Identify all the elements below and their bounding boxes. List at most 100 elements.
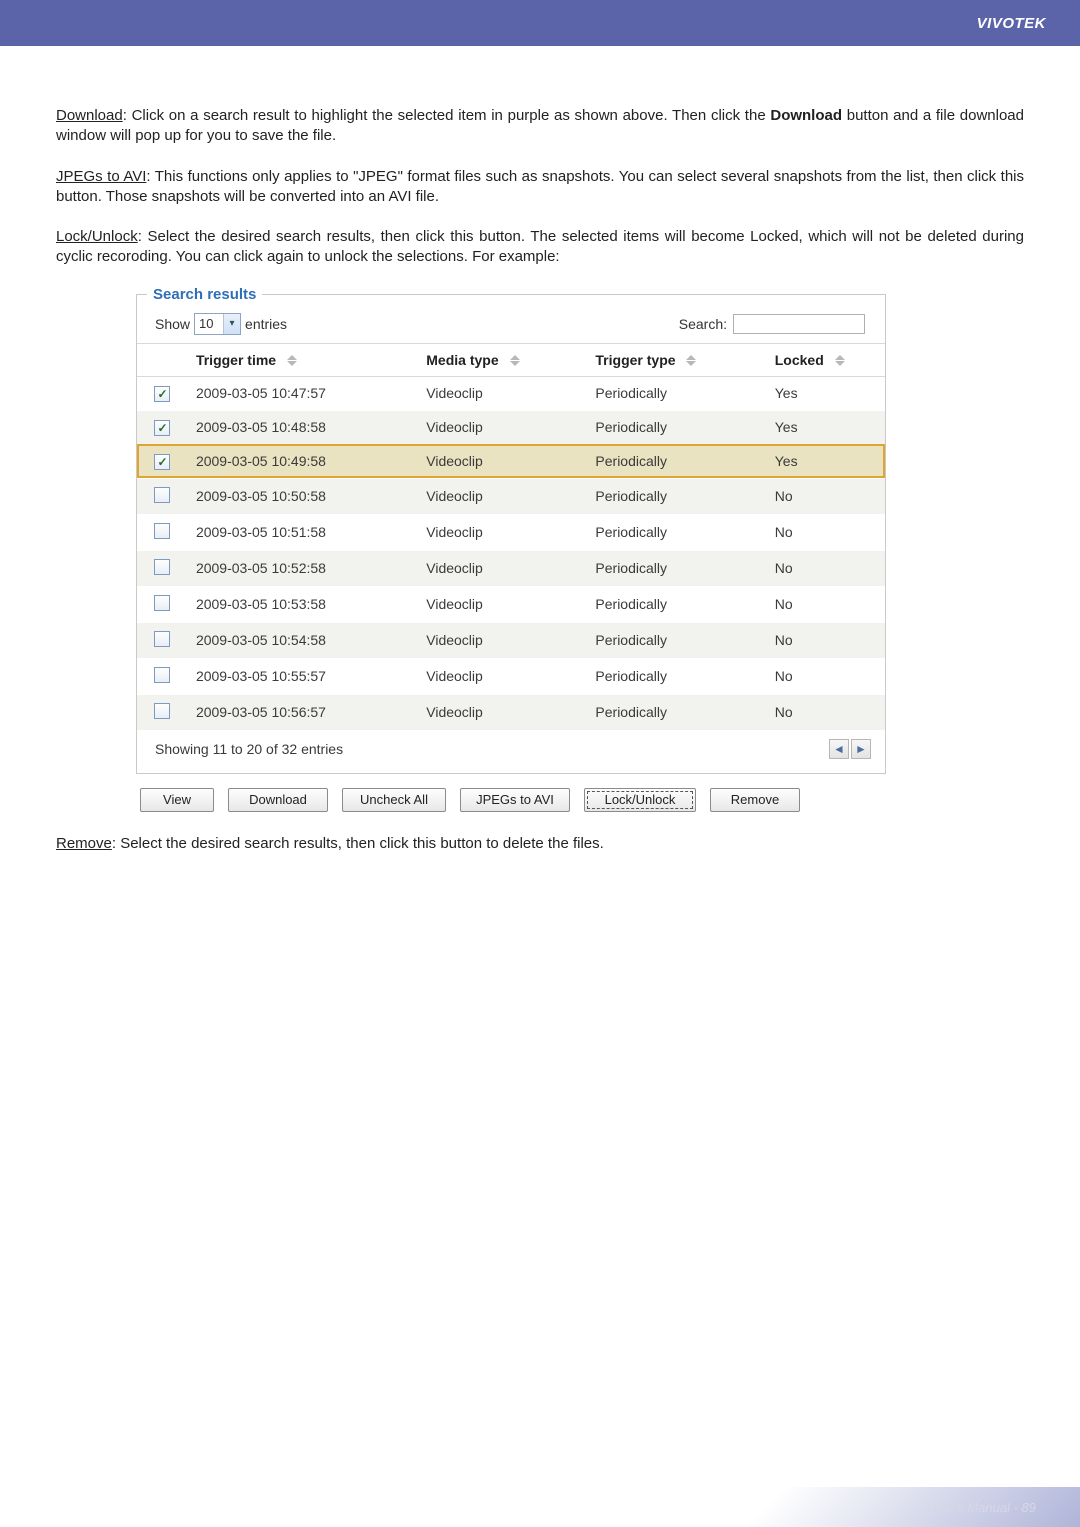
cell-trigger-type: Periodically — [587, 622, 766, 658]
entries-label: entries — [245, 316, 287, 332]
sort-icon — [685, 354, 697, 367]
action-button-row: View Download Uncheck All JPEGs to AVI L… — [136, 788, 886, 812]
table-row[interactable]: 2009-03-05 10:50:58VideoclipPeriodically… — [137, 478, 885, 514]
cell-trigger-type: Periodically — [587, 444, 766, 478]
paragraph-remove: Remove: Select the desired search result… — [56, 834, 1024, 854]
table-row[interactable]: 2009-03-05 10:51:58VideoclipPeriodically… — [137, 514, 885, 550]
paragraph-jpegs-to-avi: JPEGs to AVI: This functions only applie… — [56, 167, 1024, 208]
cell-media-type: Videoclip — [418, 478, 587, 514]
table-row[interactable]: 2009-03-05 10:53:58VideoclipPeriodically… — [137, 586, 885, 622]
showing-status: Showing 11 to 20 of 32 entries — [155, 741, 343, 757]
remove-button[interactable]: Remove — [710, 788, 800, 812]
row-checkbox[interactable] — [154, 667, 170, 683]
row-checkbox[interactable]: ✓ — [154, 386, 170, 402]
cell-locked: Yes — [767, 376, 885, 410]
cell-trigger-time: 2009-03-05 10:49:58 — [188, 444, 418, 478]
table-row[interactable]: 2009-03-05 10:52:58VideoclipPeriodically… — [137, 550, 885, 586]
search-label: Search: — [679, 316, 727, 332]
col-trigger-time[interactable]: Trigger time — [188, 343, 418, 376]
cell-trigger-time: 2009-03-05 10:48:58 — [188, 410, 418, 444]
cell-locked: No — [767, 586, 885, 622]
cell-media-type: Videoclip — [418, 586, 587, 622]
search-input[interactable] — [733, 314, 865, 334]
cell-locked: Yes — [767, 444, 885, 478]
cell-trigger-type: Periodically — [587, 514, 766, 550]
cell-trigger-type: Periodically — [587, 694, 766, 730]
cell-media-type: Videoclip — [418, 694, 587, 730]
entries-value: 10 — [195, 316, 223, 331]
cell-locked: No — [767, 694, 885, 730]
table-header-row: Trigger time Media type Trigger type — [137, 343, 885, 376]
next-page-button[interactable]: ► — [851, 739, 871, 759]
sort-icon — [834, 354, 846, 367]
cell-trigger-type: Periodically — [587, 478, 766, 514]
prev-page-button[interactable]: ◄ — [829, 739, 849, 759]
bold-download: Download — [770, 107, 842, 124]
paragraph-lock-unlock: Lock/Unlock: Select the desired search r… — [56, 227, 1024, 268]
cell-media-type: Videoclip — [418, 550, 587, 586]
cell-locked: No — [767, 622, 885, 658]
cell-locked: No — [767, 478, 885, 514]
entries-select[interactable]: 10 ▾ — [194, 313, 241, 335]
brand-text: VIVOTEK — [977, 15, 1046, 32]
results-table: Trigger time Media type Trigger type — [137, 343, 885, 731]
entries-group: Show 10 ▾ entries — [155, 313, 287, 335]
cell-trigger-time: 2009-03-05 10:54:58 — [188, 622, 418, 658]
row-checkbox[interactable] — [154, 523, 170, 539]
table-row[interactable]: 2009-03-05 10:54:58VideoclipPeriodically… — [137, 622, 885, 658]
footer-text: User's Manual - 89 — [927, 1500, 1036, 1515]
uncheck-all-button[interactable]: Uncheck All — [342, 788, 446, 812]
sort-icon — [509, 354, 521, 367]
cell-trigger-type: Periodically — [587, 550, 766, 586]
row-checkbox[interactable] — [154, 487, 170, 503]
cell-media-type: Videoclip — [418, 658, 587, 694]
header-bar: VIVOTEK — [0, 0, 1080, 46]
sort-icon — [286, 354, 298, 367]
col-checkbox — [137, 343, 188, 376]
pager: ◄ ► — [829, 739, 871, 759]
term-lock-unlock: Lock/Unlock — [56, 228, 138, 245]
cell-locked: Yes — [767, 410, 885, 444]
cell-media-type: Videoclip — [418, 410, 587, 444]
cell-trigger-type: Periodically — [587, 376, 766, 410]
cell-trigger-time: 2009-03-05 10:47:57 — [188, 376, 418, 410]
table-row[interactable]: 2009-03-05 10:56:57VideoclipPeriodically… — [137, 694, 885, 730]
lock-unlock-button[interactable]: Lock/Unlock — [584, 788, 696, 812]
cell-trigger-time: 2009-03-05 10:53:58 — [188, 586, 418, 622]
cell-locked: No — [767, 550, 885, 586]
table-row[interactable]: 2009-03-05 10:55:57VideoclipPeriodically… — [137, 658, 885, 694]
term-download: Download — [56, 107, 123, 124]
table-row[interactable]: ✓ 2009-03-05 10:49:58VideoclipPeriodicall… — [137, 444, 885, 478]
row-checkbox[interactable]: ✓ — [154, 420, 170, 436]
col-trigger-type[interactable]: Trigger type — [587, 343, 766, 376]
cell-trigger-time: 2009-03-05 10:52:58 — [188, 550, 418, 586]
jpegs-to-avi-button[interactable]: JPEGs to AVI — [460, 788, 570, 812]
cell-trigger-time: 2009-03-05 10:56:57 — [188, 694, 418, 730]
row-checkbox[interactable] — [154, 703, 170, 719]
panel-legend: Search results — [147, 286, 262, 303]
table-row[interactable]: ✓ 2009-03-05 10:47:57VideoclipPeriodicall… — [137, 376, 885, 410]
col-locked[interactable]: Locked — [767, 343, 885, 376]
row-checkbox[interactable] — [154, 595, 170, 611]
col-media-type[interactable]: Media type — [418, 343, 587, 376]
table-row[interactable]: ✓ 2009-03-05 10:48:58VideoclipPeriodicall… — [137, 410, 885, 444]
cell-locked: No — [767, 658, 885, 694]
row-checkbox[interactable]: ✓ — [154, 454, 170, 470]
chevron-down-icon: ▾ — [223, 314, 240, 334]
cell-media-type: Videoclip — [418, 622, 587, 658]
page-footer: User's Manual - 89 — [0, 1487, 1080, 1527]
row-checkbox[interactable] — [154, 631, 170, 647]
term-jpegs-to-avi: JPEGs to AVI — [56, 168, 146, 185]
cell-trigger-time: 2009-03-05 10:55:57 — [188, 658, 418, 694]
download-button[interactable]: Download — [228, 788, 328, 812]
show-label: Show — [155, 316, 190, 332]
search-results-panel: Search results Show 10 ▾ entries Search: — [136, 286, 886, 774]
cell-trigger-type: Periodically — [587, 586, 766, 622]
row-checkbox[interactable] — [154, 559, 170, 575]
cell-trigger-type: Periodically — [587, 410, 766, 444]
cell-media-type: Videoclip — [418, 444, 587, 478]
view-button[interactable]: View — [140, 788, 214, 812]
paragraph-download: Download: Click on a search result to hi… — [56, 106, 1024, 147]
cell-media-type: Videoclip — [418, 376, 587, 410]
cell-trigger-type: Periodically — [587, 658, 766, 694]
